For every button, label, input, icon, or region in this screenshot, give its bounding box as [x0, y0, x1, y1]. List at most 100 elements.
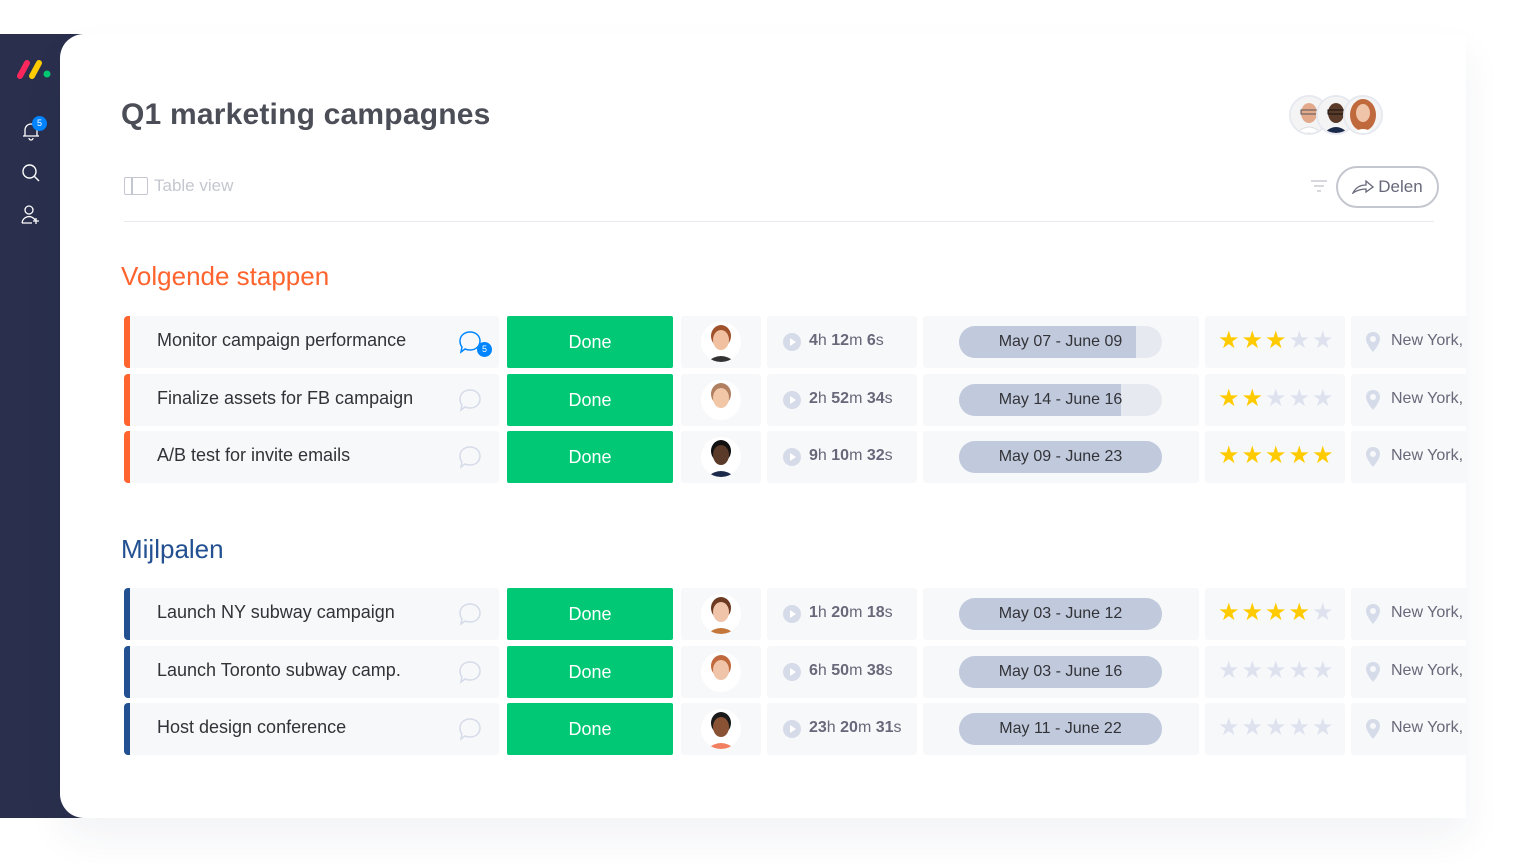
person-avatar[interactable] [701, 594, 741, 634]
task-name-cell[interactable]: A/B test for invite emails [124, 431, 499, 483]
table-row[interactable]: Launch Toronto subway camp. Done 6h 50m … [124, 646, 1466, 698]
play-icon[interactable] [783, 605, 801, 623]
person-cell[interactable] [681, 588, 761, 640]
table-row[interactable]: Launch NY subway campaign Done 1h 20m 18… [124, 588, 1466, 640]
timeline-cell[interactable]: May 09 - June 23 [923, 431, 1199, 483]
task-name[interactable]: Launch NY subway campaign [157, 602, 395, 623]
location-cell[interactable]: New York, [1351, 703, 1466, 755]
timeline-cell[interactable]: May 03 - June 16 [923, 646, 1199, 698]
play-icon[interactable] [783, 333, 801, 351]
group-title[interactable]: Volgende stappen [121, 261, 329, 292]
timeline-bar[interactable]: May 07 - June 09 [959, 326, 1162, 358]
person-avatar[interactable] [701, 652, 741, 692]
chat-bubble-icon[interactable] [457, 716, 483, 742]
star-icon[interactable]: ★ [1311, 716, 1335, 740]
time-tracking-cell[interactable]: 1h 20m 18s [767, 588, 917, 640]
star-icon[interactable]: ★ [1241, 329, 1265, 353]
location-cell[interactable]: New York, [1351, 374, 1466, 426]
star-icon[interactable]: ★ [1217, 659, 1241, 683]
rating-cell[interactable]: ★ ★ ★ ★ ★ [1205, 374, 1345, 426]
person-avatar[interactable] [701, 437, 741, 477]
star-icon[interactable]: ★ [1311, 444, 1335, 468]
star-icon[interactable]: ★ [1264, 659, 1288, 683]
status-cell[interactable]: Done [507, 646, 673, 698]
filter-icon[interactable] [1310, 179, 1328, 193]
task-name[interactable]: Launch Toronto subway camp. [157, 660, 401, 681]
task-name[interactable]: Host design conference [157, 717, 346, 738]
star-icon[interactable]: ★ [1311, 659, 1335, 683]
task-name-cell[interactable]: Launch Toronto subway camp. [124, 646, 499, 698]
star-icon[interactable]: ★ [1311, 387, 1335, 411]
star-icon[interactable]: ★ [1241, 444, 1265, 468]
status-cell[interactable]: Done [507, 374, 673, 426]
time-tracking-cell[interactable]: 6h 50m 38s [767, 646, 917, 698]
chat-bubble-icon[interactable] [457, 659, 483, 685]
rating-stars[interactable]: ★ ★ ★ ★ ★ [1217, 659, 1335, 683]
star-icon[interactable]: ★ [1288, 329, 1312, 353]
table-row[interactable]: Host design conference Done 23h 20m 31s … [124, 703, 1466, 755]
time-tracking-cell[interactable]: 9h 10m 32s [767, 431, 917, 483]
time-tracking-cell[interactable]: 23h 20m 31s [767, 703, 917, 755]
status-cell[interactable]: Done [507, 588, 673, 640]
table-row[interactable]: Finalize assets for FB campaign Done 2h … [124, 374, 1466, 426]
person-cell[interactable] [681, 374, 761, 426]
timeline-cell[interactable]: May 11 - June 22 [923, 703, 1199, 755]
task-name-cell[interactable]: Launch NY subway campaign [124, 588, 499, 640]
person-cell[interactable] [681, 316, 761, 368]
timeline-bar[interactable]: May 03 - June 16 [959, 656, 1162, 688]
task-name[interactable]: Finalize assets for FB campaign [157, 388, 413, 409]
rating-cell[interactable]: ★ ★ ★ ★ ★ [1205, 588, 1345, 640]
person-cell[interactable] [681, 431, 761, 483]
timeline-cell[interactable]: May 03 - June 12 [923, 588, 1199, 640]
group-title[interactable]: Mijlpalen [121, 534, 224, 565]
rating-cell[interactable]: ★ ★ ★ ★ ★ [1205, 431, 1345, 483]
play-icon[interactable] [783, 448, 801, 466]
table-row[interactable]: A/B test for invite emails Done 9h 10m 3… [124, 431, 1466, 483]
rating-cell[interactable]: ★ ★ ★ ★ ★ [1205, 703, 1345, 755]
table-view-tab[interactable]: Table view [124, 176, 233, 196]
rating-stars[interactable]: ★ ★ ★ ★ ★ [1217, 601, 1335, 625]
star-icon[interactable]: ★ [1217, 601, 1241, 625]
star-icon[interactable]: ★ [1241, 716, 1265, 740]
star-icon[interactable]: ★ [1264, 387, 1288, 411]
location-cell[interactable]: New York, [1351, 431, 1466, 483]
chat-bubble-icon[interactable] [457, 601, 483, 627]
star-icon[interactable]: ★ [1311, 601, 1335, 625]
timeline-bar[interactable]: May 14 - June 16 [959, 384, 1162, 416]
task-name-cell[interactable]: Finalize assets for FB campaign [124, 374, 499, 426]
star-icon[interactable]: ★ [1288, 601, 1312, 625]
timeline-bar[interactable]: May 11 - June 22 [959, 713, 1162, 745]
star-icon[interactable]: ★ [1311, 329, 1335, 353]
add-user-icon[interactable] [20, 204, 42, 226]
rating-stars[interactable]: ★ ★ ★ ★ ★ [1217, 329, 1335, 353]
chat-bubble-icon[interactable] [457, 444, 483, 470]
timeline-bar[interactable]: May 03 - June 12 [959, 598, 1162, 630]
timeline-cell[interactable]: May 14 - June 16 [923, 374, 1199, 426]
play-icon[interactable] [783, 720, 801, 738]
play-icon[interactable] [783, 663, 801, 681]
time-tracking-cell[interactable]: 4h 12m 6s [767, 316, 917, 368]
rating-cell[interactable]: ★ ★ ★ ★ ★ [1205, 646, 1345, 698]
star-icon[interactable]: ★ [1288, 444, 1312, 468]
chat-bubble-icon[interactable] [457, 387, 483, 413]
task-name[interactable]: Monitor campaign performance [157, 330, 406, 351]
monday-logo[interactable] [16, 58, 52, 80]
task-name[interactable]: A/B test for invite emails [157, 445, 350, 466]
time-tracking-cell[interactable]: 2h 52m 34s [767, 374, 917, 426]
rating-stars[interactable]: ★ ★ ★ ★ ★ [1217, 387, 1335, 411]
person-avatar[interactable] [701, 709, 741, 749]
person-cell[interactable] [681, 703, 761, 755]
table-row[interactable]: Monitor campaign performance 5 Done 4h 1… [124, 316, 1466, 368]
location-cell[interactable]: New York, [1351, 316, 1466, 368]
person-cell[interactable] [681, 646, 761, 698]
member-avatar[interactable] [1343, 95, 1383, 135]
star-icon[interactable]: ★ [1217, 716, 1241, 740]
share-button[interactable]: Delen [1336, 166, 1439, 208]
search-icon[interactable] [20, 162, 42, 184]
status-cell[interactable]: Done [507, 703, 673, 755]
star-icon[interactable]: ★ [1217, 329, 1241, 353]
star-icon[interactable]: ★ [1264, 716, 1288, 740]
star-icon[interactable]: ★ [1241, 387, 1265, 411]
star-icon[interactable]: ★ [1288, 659, 1312, 683]
rating-stars[interactable]: ★ ★ ★ ★ ★ [1217, 716, 1335, 740]
